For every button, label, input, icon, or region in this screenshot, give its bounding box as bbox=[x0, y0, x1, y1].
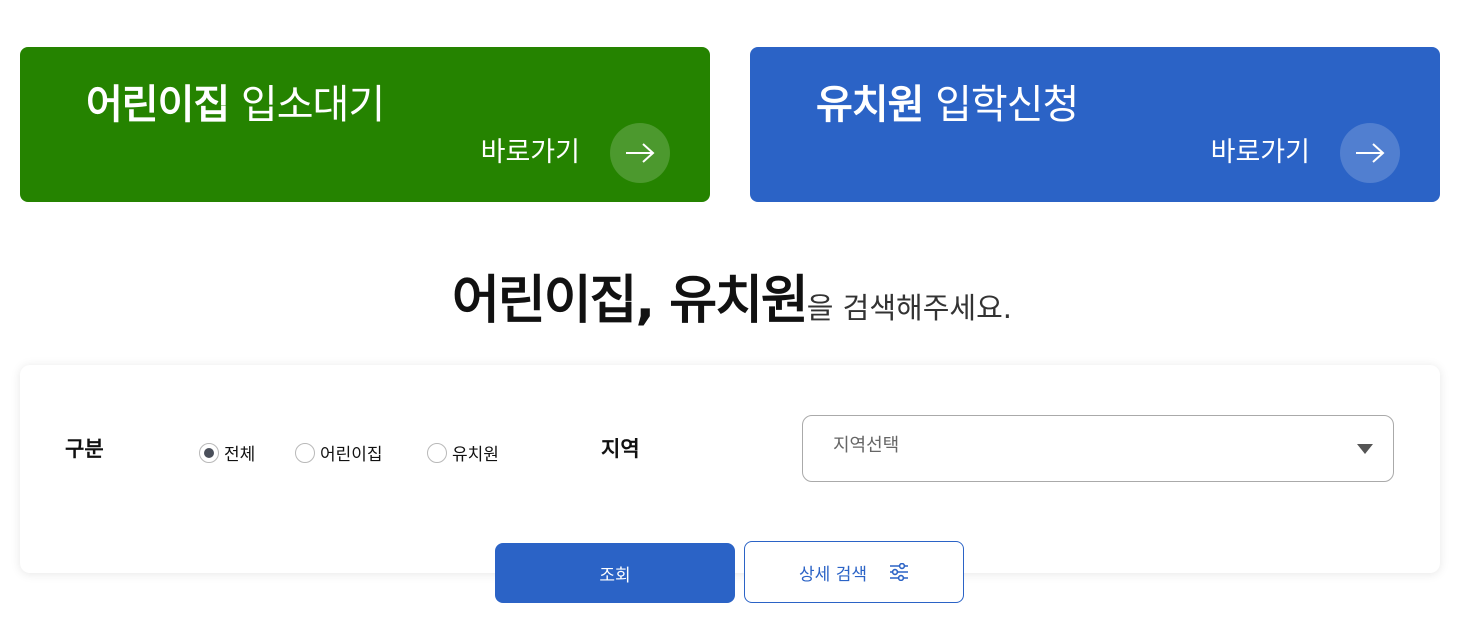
daycare-waitlist-banner[interactable]: 어린이집 입소대기 바로가기 bbox=[20, 47, 710, 202]
region-label: 지역 bbox=[601, 437, 640, 461]
kindergarten-banner-link-label[interactable]: 바로가기 bbox=[1211, 135, 1310, 171]
region-select[interactable]: 지역선택 bbox=[802, 415, 1394, 482]
radio-all-dot[interactable] bbox=[199, 442, 219, 463]
advanced-search-button[interactable]: 상세 검색 bbox=[744, 541, 964, 603]
region-select-value: 지역선택 bbox=[833, 435, 900, 456]
arrow-right-icon[interactable] bbox=[610, 123, 670, 183]
category-label: 구분 bbox=[65, 437, 104, 461]
headline-light: 을 검색해주세요. bbox=[806, 291, 1012, 325]
advanced-search-label: 상세 검색 bbox=[799, 564, 867, 585]
page: 어린이집 입소대기 바로가기 유치원 입학신청 바로가기 어린이집, 유치원을 … bbox=[0, 0, 1464, 625]
radio-kindergarten-label: 유치원 bbox=[452, 445, 499, 465]
search-button[interactable]: 조회 bbox=[495, 543, 735, 603]
filter-sliders-icon bbox=[889, 563, 909, 581]
radio-daycare-dot[interactable] bbox=[295, 442, 315, 463]
search-button-label: 조회 bbox=[599, 565, 631, 586]
kindergarten-banner-title-strong: 유치원 bbox=[816, 82, 924, 128]
daycare-banner-title-light: 입소대기 bbox=[240, 82, 385, 128]
radio-kindergarten[interactable]: 유치원 bbox=[427, 440, 499, 465]
caret-down-icon bbox=[1357, 444, 1373, 454]
search-panel: 구분 전체 어린이집 유치원 지역 지역선택 bbox=[20, 365, 1440, 573]
radio-daycare-label: 어린이집 bbox=[320, 445, 383, 465]
kindergarten-banner-title-light: 입학신청 bbox=[935, 82, 1079, 128]
daycare-banner-link-label[interactable]: 바로가기 bbox=[481, 135, 580, 171]
kindergarten-admission-banner[interactable]: 유치원 입학신청 바로가기 bbox=[750, 47, 1440, 202]
radio-daycare[interactable]: 어린이집 bbox=[295, 440, 383, 465]
kindergarten-banner-title: 유치원 입학신청 bbox=[816, 79, 1079, 131]
radio-kindergarten-dot[interactable] bbox=[427, 442, 447, 463]
headline-bold: 어린이집, 유치원 bbox=[452, 271, 809, 331]
radio-all-label: 전체 bbox=[224, 445, 256, 465]
daycare-banner-title: 어린이집 입소대기 bbox=[86, 79, 385, 131]
radio-selected-indicator bbox=[204, 447, 214, 458]
radio-all[interactable]: 전체 bbox=[199, 440, 255, 465]
search-headline: 어린이집, 유치원을 검색해주세요. bbox=[0, 258, 1464, 333]
arrow-right-icon[interactable] bbox=[1340, 123, 1400, 183]
daycare-banner-title-strong: 어린이집 bbox=[86, 82, 230, 128]
